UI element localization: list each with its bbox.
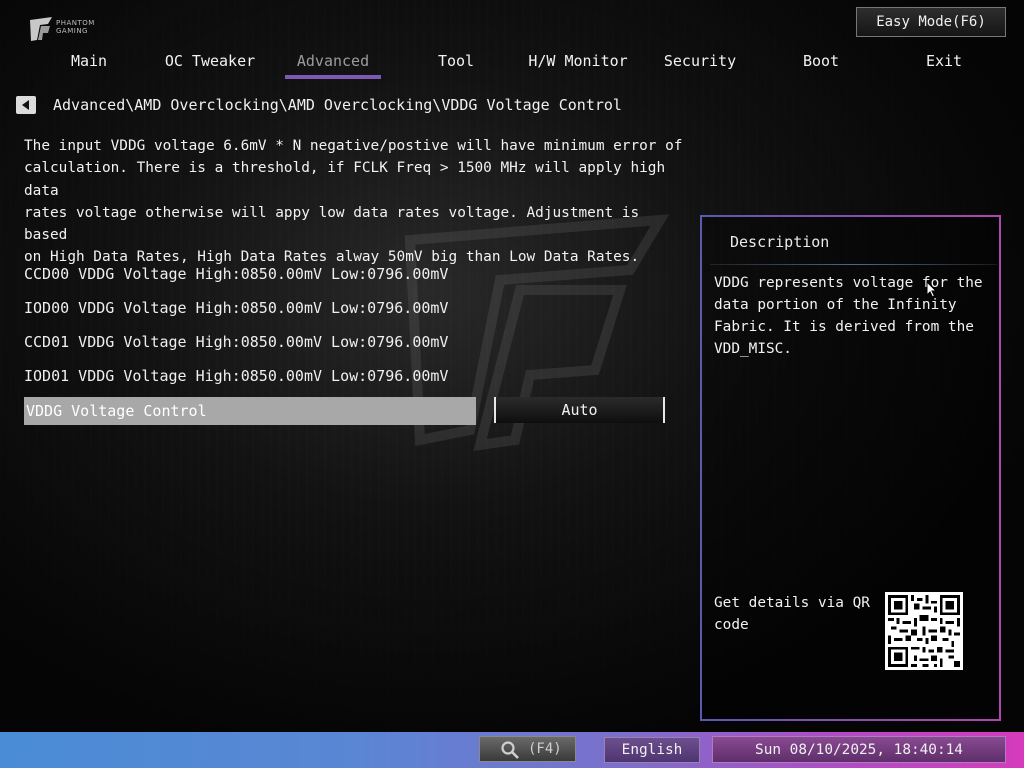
easy-mode-button[interactable]: Easy Mode(F6) <box>856 7 1006 37</box>
brand-line-1: PHANTOM <box>56 19 95 27</box>
main-nav: Main OC Tweaker Advanced Tool H/W Monito… <box>28 50 978 82</box>
back-arrow-icon[interactable] <box>16 96 36 114</box>
mouse-cursor-icon <box>926 281 938 298</box>
active-tab-indicator <box>285 75 381 79</box>
tab-main[interactable]: Main <box>58 50 120 78</box>
breadcrumb: Advanced\AMD Overclocking\AMD Overclocki… <box>53 96 622 114</box>
tab-oc-tweaker[interactable]: OC Tweaker <box>160 50 260 78</box>
search-icon <box>501 741 519 759</box>
tab-hw-monitor[interactable]: H/W Monitor <box>528 50 628 78</box>
info-line-iod00: IOD00 VDDG Voltage High:0850.00mV Low:07… <box>24 299 449 317</box>
vddg-voltage-control-row[interactable]: VDDG Voltage Control <box>24 397 476 425</box>
search-button[interactable]: (F4) <box>479 736 576 762</box>
info-line-ccd00: CCD00 VDDG Voltage High:0850.00mV Low:07… <box>24 265 449 283</box>
search-shortcut-label: (F4) <box>528 741 562 757</box>
language-button[interactable]: English <box>604 737 700 763</box>
vddg-voltage-control-value[interactable]: Auto <box>494 397 665 423</box>
tab-exit[interactable]: Exit <box>916 50 972 78</box>
qr-code-icon <box>885 592 963 670</box>
tab-security[interactable]: Security <box>658 50 742 78</box>
brand-line-2: GAMING <box>56 27 88 35</box>
intro-description: The input VDDG voltage 6.6mV * N negativ… <box>24 138 683 266</box>
tab-advanced[interactable]: Advanced <box>285 50 381 78</box>
info-line-iod01: IOD01 VDDG Voltage High:0850.00mV Low:07… <box>24 367 449 385</box>
info-line-ccd01: CCD01 VDDG Voltage High:0850.00mV Low:07… <box>24 333 449 351</box>
description-panel: Description VDDG represents voltage for … <box>700 215 1001 721</box>
date-time-display: Sun 08/10/2025, 18:40:14 <box>712 736 1006 763</box>
tab-boot[interactable]: Boot <box>793 50 849 78</box>
description-text: VDDG represents voltage for the data por… <box>714 275 983 357</box>
tab-tool[interactable]: Tool <box>426 50 486 78</box>
description-divider <box>710 264 997 265</box>
description-title: Description <box>730 233 830 251</box>
qr-caption: Get details via QR code <box>714 595 870 633</box>
